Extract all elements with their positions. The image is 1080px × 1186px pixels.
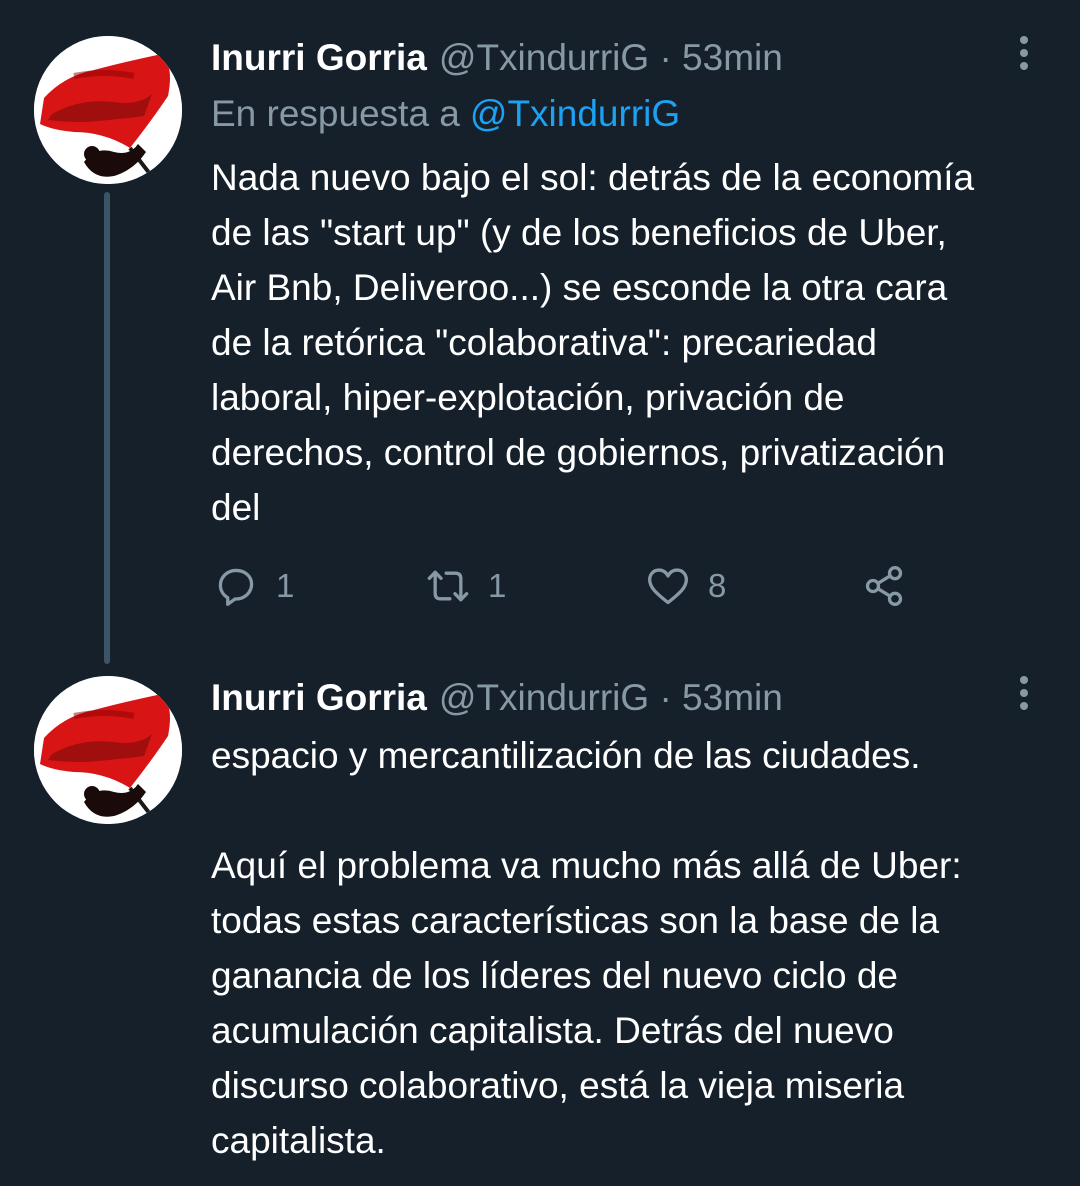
retweet-button[interactable]: 1 [426, 560, 506, 612]
timestamp[interactable]: 53min [682, 677, 783, 718]
reply-count: 1 [276, 567, 295, 604]
reply-handle-link[interactable]: @TxindurriG [470, 93, 680, 134]
tweet-text: Nada nuevo bajo el sol: detrás de la eco… [211, 157, 975, 528]
separator-dot: · [659, 677, 672, 718]
red-flag-avatar-icon [34, 36, 182, 184]
red-flag-avatar-icon [34, 676, 182, 824]
share-button[interactable] [862, 560, 906, 612]
share-icon [865, 566, 903, 606]
like-button[interactable]: 8 [646, 560, 726, 612]
display-name[interactable]: Inurri Gorria [211, 37, 427, 78]
more-options-icon[interactable] [1012, 36, 1036, 80]
like-count: 8 [708, 567, 727, 604]
reply-context: En respuesta a @TxindurriG [211, 92, 680, 136]
user-handle[interactable]: @TxindurriG [439, 37, 649, 78]
user-handle[interactable]: @TxindurriG [439, 677, 649, 718]
tweet-2[interactable]: Inurri Gorria @TxindurriG · 53min espacio… [0, 660, 1080, 1186]
display-name[interactable]: Inurri Gorria [211, 677, 427, 718]
retweet-count: 1 [488, 567, 507, 604]
reply-prefix: En respuesta a [211, 93, 460, 134]
timestamp[interactable]: 53min [682, 37, 783, 78]
avatar[interactable] [34, 36, 182, 184]
reply-icon [218, 568, 254, 606]
tweet-actions: 1 1 8 [0, 560, 1080, 612]
tweet-header: Inurri Gorria @TxindurriG · 53min [211, 36, 783, 80]
tweet-header: Inurri Gorria @TxindurriG · 53min [211, 676, 783, 720]
more-options-icon[interactable] [1012, 676, 1036, 720]
tweet-text: espacio y mercantilización de las ciudad… [211, 735, 962, 1161]
reply-button[interactable]: 1 [214, 560, 294, 612]
heart-icon [648, 568, 688, 605]
separator-dot: · [659, 37, 672, 78]
retweet-icon [427, 570, 469, 602]
tweet-1[interactable]: Inurri Gorria @TxindurriG · 53min En resp… [0, 0, 1080, 660]
avatar[interactable] [34, 676, 182, 824]
